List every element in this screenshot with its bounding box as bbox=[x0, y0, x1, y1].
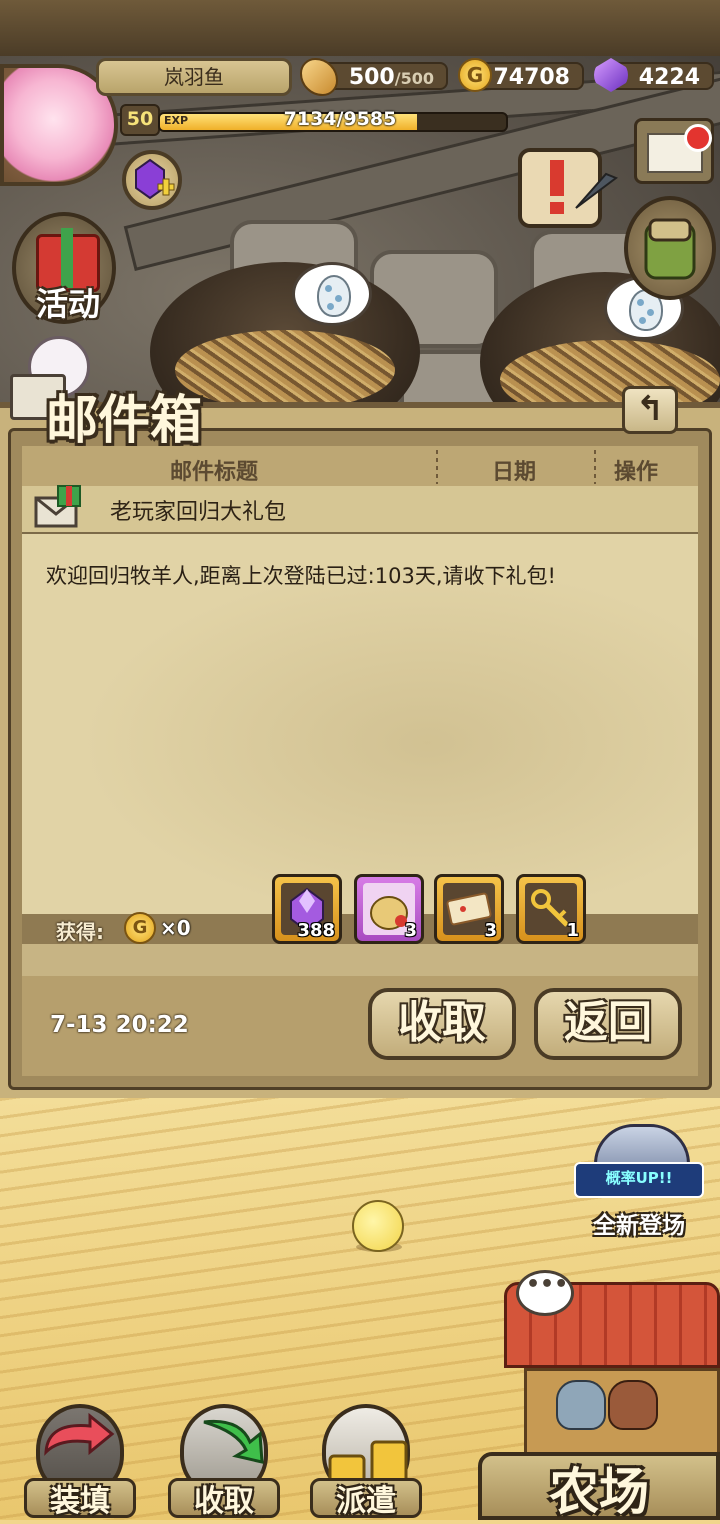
header-divider bbox=[594, 450, 596, 484]
item-count: 3 bbox=[484, 920, 497, 941]
stamina-max: /500 bbox=[394, 69, 434, 88]
quest-scroll-button[interactable] bbox=[506, 138, 619, 242]
header-date: 日期 bbox=[492, 460, 537, 485]
reward-item-gold-sack[interactable]: 3 bbox=[354, 874, 424, 944]
return-button[interactable]: 返回 bbox=[534, 988, 682, 1060]
farm-label: 农场 bbox=[549, 1462, 649, 1521]
mail-subject: 老玩家回归大礼包 bbox=[110, 500, 287, 525]
reward-item-key[interactable]: 1 bbox=[516, 874, 586, 944]
mail-date: 7-13 20:22 bbox=[50, 1012, 189, 1038]
gold-value: 74708 bbox=[493, 65, 570, 90]
mail-body-text: 欢迎回归牧羊人,距离上次登陆已过:103天,请收下礼包! bbox=[46, 564, 556, 588]
gold-reward-count: ×0 bbox=[160, 916, 191, 940]
nest-straw bbox=[175, 330, 395, 410]
scroll-quill-icon bbox=[518, 148, 619, 228]
collect-arrow-icon bbox=[203, 1419, 264, 1464]
obtain-label: 获得: bbox=[56, 920, 104, 944]
header-subject: 邮件标题 bbox=[170, 460, 259, 485]
gold-coin-icon: G bbox=[458, 58, 492, 92]
gem-plus-icon bbox=[135, 158, 175, 200]
stamina-value: 500 bbox=[348, 65, 395, 90]
chick-character[interactable] bbox=[352, 1200, 404, 1252]
gift-envelope-icon bbox=[34, 485, 81, 528]
reward-item-ticket[interactable]: 3 bbox=[434, 874, 504, 944]
mail-notification-dot bbox=[684, 124, 712, 152]
load-button[interactable]: 装填 bbox=[16, 1398, 144, 1520]
exp-text: 7134/9585 bbox=[283, 108, 397, 130]
mail-body-area bbox=[22, 534, 698, 914]
item-count: 3 bbox=[404, 920, 417, 941]
collect-button[interactable]: 收取 bbox=[160, 1398, 288, 1520]
event-badge: 概率UP!! bbox=[574, 1162, 704, 1198]
dispatch-label: 派遣 bbox=[336, 1484, 396, 1519]
item-count: 1 bbox=[566, 920, 579, 941]
exp-tag: EXP bbox=[164, 114, 189, 127]
mail-table-header: 邮件标题 日期 操作 bbox=[22, 446, 698, 488]
horse-icon bbox=[556, 1380, 606, 1430]
refresh-arrow-icon bbox=[44, 1412, 115, 1456]
speech-dots: ••• bbox=[526, 1272, 569, 1297]
gem-value: 4224 bbox=[638, 65, 700, 90]
reward-strip-base bbox=[22, 944, 698, 976]
summon-event-button[interactable]: 概率UP!! 全新登场 bbox=[564, 1124, 714, 1250]
reward-item-gem[interactable]: 388 bbox=[272, 874, 342, 944]
backpack-icon bbox=[644, 218, 696, 280]
back-arrow-button[interactable]: ↰ bbox=[622, 386, 678, 434]
header-action: 操作 bbox=[614, 460, 659, 485]
player-name: 岚羽鱼 bbox=[96, 58, 292, 96]
horse-icon bbox=[608, 1380, 658, 1430]
buy-gems-button[interactable] bbox=[122, 150, 182, 210]
backpack-button[interactable] bbox=[624, 196, 716, 300]
gift-ribbon bbox=[61, 228, 73, 288]
load-label: 装填 bbox=[50, 1484, 110, 1519]
item-count: 388 bbox=[297, 920, 335, 941]
top-strip bbox=[0, 0, 720, 56]
mailbox-title: 邮件箱 bbox=[46, 390, 203, 451]
egg-bubble-left[interactable] bbox=[292, 262, 372, 326]
activity-label: 活动 bbox=[35, 285, 100, 323]
header-divider bbox=[436, 450, 438, 484]
player-level: 50 bbox=[120, 104, 160, 136]
egg-icon bbox=[317, 275, 351, 317]
collect-label: 收取 bbox=[194, 1484, 254, 1519]
dispatch-button[interactable]: 派遣 bbox=[302, 1398, 430, 1520]
collect-mail-button[interactable]: 收取 bbox=[368, 988, 516, 1060]
gold-coin-icon: G bbox=[124, 912, 156, 944]
event-label: 全新登场 bbox=[593, 1213, 685, 1239]
